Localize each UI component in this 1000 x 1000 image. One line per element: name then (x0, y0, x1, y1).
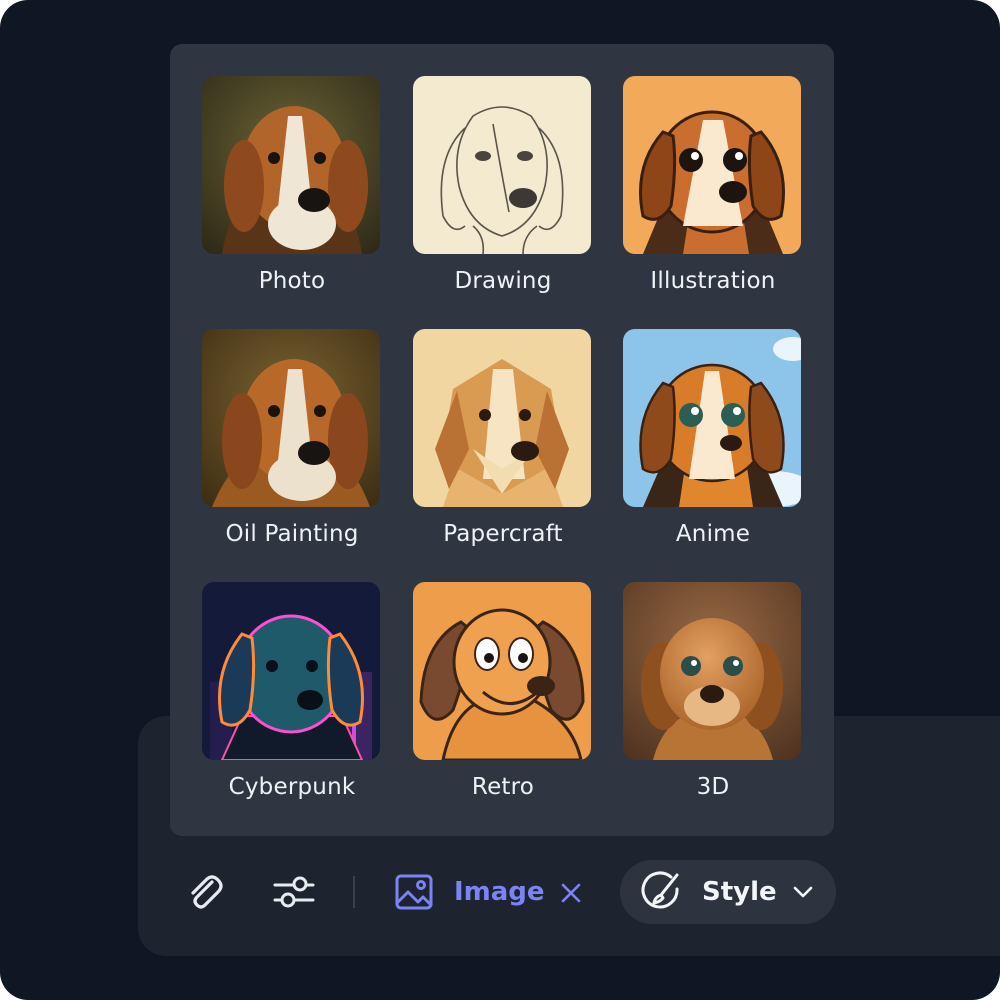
style-option-label: Drawing (454, 268, 552, 294)
style-option-papercraft[interactable]: Papercraft (413, 329, 593, 569)
attach-button[interactable] (180, 868, 228, 916)
3d-thumbnail (623, 582, 801, 760)
style-option-retro[interactable]: Retro (413, 582, 593, 822)
paperclip-icon (191, 875, 223, 909)
style-option-label: Photo (258, 268, 326, 294)
style-option-label: Oil Painting (225, 521, 359, 547)
style-button-label: Style (702, 877, 777, 907)
toolbar-divider (353, 876, 355, 908)
style-button[interactable]: Style (620, 860, 836, 924)
brush-icon (641, 871, 679, 909)
sliders-icon (273, 876, 315, 908)
cyberpunk-thumbnail (202, 582, 380, 760)
style-icon-wrap (640, 870, 684, 914)
style-option-cyberpunk[interactable]: Cyberpunk (202, 582, 382, 822)
style-option-label: 3D (696, 774, 730, 800)
style-option-anime[interactable]: Anime (623, 329, 803, 569)
retro-thumbnail (413, 582, 591, 760)
style-option-oil-painting[interactable]: Oil Painting (202, 329, 382, 569)
illustration-thumbnail (623, 76, 801, 254)
drawing-thumbnail (413, 76, 591, 254)
photo-thumbnail (202, 76, 380, 254)
style-option-3d[interactable]: 3D (623, 582, 803, 822)
style-option-photo[interactable]: Photo (202, 76, 382, 316)
image-chip-label[interactable]: Image (454, 872, 545, 912)
papercraft-thumbnail (413, 329, 591, 507)
style-option-label: Papercraft (443, 521, 563, 547)
style-dropdown-toggle (790, 880, 816, 904)
image-chip-remove-button[interactable] (556, 878, 586, 908)
style-option-label: Cyberpunk (228, 774, 356, 800)
anime-thumbnail (623, 329, 801, 507)
style-option-label: Illustration (650, 268, 776, 294)
image-icon (395, 874, 433, 910)
chevron-down-icon (793, 886, 813, 898)
style-picker-popover: Photo Drawing Illustration Oil Painting … (170, 44, 834, 836)
close-icon (561, 883, 581, 903)
style-option-illustration[interactable]: Illustration (623, 76, 803, 316)
app-frame: Photo Drawing Illustration Oil Painting … (0, 0, 1000, 1000)
style-option-label: Anime (675, 521, 751, 547)
style-option-label: Retro (471, 774, 535, 800)
image-chip-icon-wrap (392, 870, 436, 914)
style-option-drawing[interactable]: Drawing (413, 76, 593, 316)
oil-painting-thumbnail (202, 329, 380, 507)
settings-button[interactable] (270, 870, 318, 914)
